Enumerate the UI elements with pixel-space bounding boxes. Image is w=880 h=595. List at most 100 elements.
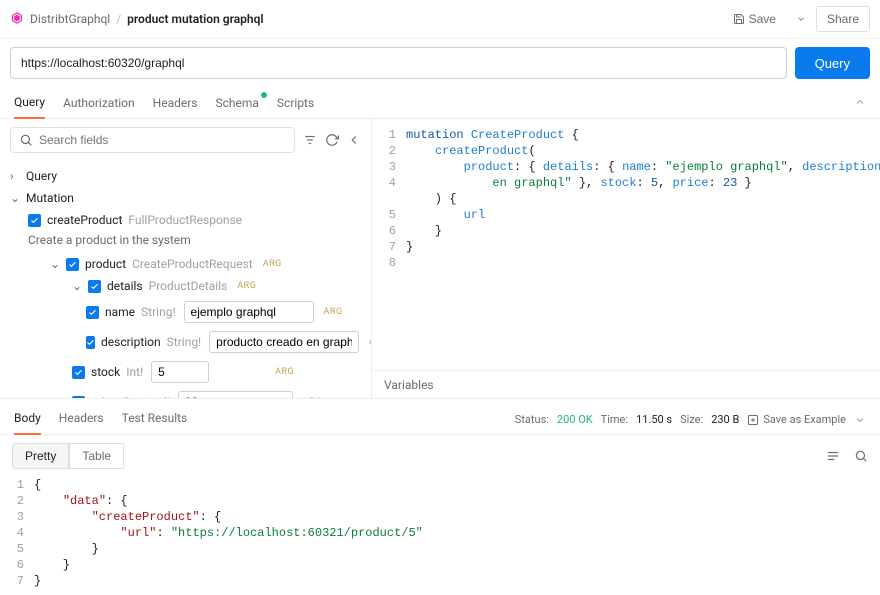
checkbox-checked[interactable] [86, 336, 95, 349]
view-toggle-row: Pretty Table [0, 435, 880, 477]
tree-type: CreateProductRequest [132, 257, 253, 271]
graphql-logo-icon [10, 11, 24, 28]
tree-query-root[interactable]: › Query [10, 165, 361, 187]
search-input[interactable] [39, 133, 286, 147]
arg-badge: ARG [303, 397, 322, 398]
save-dropdown[interactable] [792, 9, 810, 29]
search-row [0, 119, 371, 161]
checkbox-checked[interactable] [72, 396, 85, 399]
tree-field-price[interactable]: price Decimal! ARG [10, 387, 361, 398]
tab-scripts[interactable]: Scripts [277, 90, 314, 118]
wrap-lines-icon[interactable] [826, 449, 840, 463]
response-tabs: Body Headers Test Results [14, 405, 187, 434]
variables-bar[interactable]: Variables [372, 370, 880, 398]
rtab-body[interactable]: Body [14, 405, 41, 435]
response-code: { "data": { "createProduct": { "url": "h… [34, 477, 880, 589]
size-value: 230 B [711, 413, 739, 426]
refresh-icon[interactable] [325, 133, 339, 147]
chevron-down-icon: ⌄ [50, 257, 60, 271]
tree-field-name[interactable]: name String! ARG [10, 297, 361, 327]
stock-input[interactable] [151, 361, 209, 383]
breadcrumb: DistribtGraphql / product mutation graph… [10, 11, 723, 28]
description-input[interactable] [209, 331, 359, 353]
line-gutter: 12345678 [372, 127, 406, 370]
chevron-down-icon [796, 14, 806, 24]
arg-badge: ARG [263, 259, 282, 269]
run-query-button[interactable]: Query [795, 47, 870, 79]
collapse-tabs-button[interactable] [854, 96, 866, 111]
save-example-label: Save as Example [763, 413, 846, 426]
code-content[interactable]: mutation CreateProduct { createProduct( … [406, 127, 880, 370]
tree-type: FullProductResponse [128, 213, 242, 227]
tree-label: Query [26, 169, 57, 183]
breadcrumb-separator: / [116, 12, 121, 26]
chevron-down-icon[interactable] [854, 414, 866, 426]
search-response-icon[interactable] [854, 449, 868, 463]
tree-label: Mutation [26, 191, 74, 205]
tree-label: name [105, 305, 135, 319]
rtab-headers[interactable]: Headers [59, 405, 104, 434]
tree-label: createProduct [47, 213, 122, 227]
chevron-right-icon: › [10, 169, 20, 183]
breadcrumb-workspace[interactable]: DistribtGraphql [30, 12, 110, 26]
request-tabs: Query Authorization Headers Schema Scrip… [0, 89, 880, 119]
save-label: Save [749, 12, 776, 26]
schema-explorer: › Query ⌄ Mutation createProduct FullPro… [0, 119, 372, 398]
tree-createproduct-desc: Create a product in the system [10, 231, 361, 253]
share-label: Share [827, 12, 859, 26]
chevron-down-icon: ⌄ [10, 191, 20, 205]
tree-label: product [85, 257, 126, 271]
tree-label: stock [91, 365, 120, 379]
save-button[interactable]: Save [723, 7, 786, 31]
status-line: Status: 200 OK Time: 11.50 s Size: 230 B… [515, 413, 866, 426]
view-table-button[interactable]: Table [69, 443, 124, 469]
tree-label: description [101, 335, 161, 349]
status-value: 200 OK [557, 413, 593, 426]
rtab-test-results[interactable]: Test Results [122, 405, 188, 434]
response-action-icons [826, 449, 868, 463]
search-box[interactable] [10, 127, 295, 153]
filter-icon[interactable] [303, 133, 317, 147]
name-input[interactable] [184, 301, 314, 323]
tree-field-description[interactable]: description String! ARG [10, 327, 361, 357]
save-as-example-button[interactable]: Save as Example [747, 413, 846, 426]
tab-schema[interactable]: Schema [215, 90, 258, 118]
tree-createproduct[interactable]: createProduct FullProductResponse [10, 209, 361, 231]
response-tabs-row: Body Headers Test Results Status: 200 OK… [0, 399, 880, 435]
tree-label: details [107, 279, 143, 293]
breadcrumb-title[interactable]: product mutation graphql [127, 12, 263, 26]
checkbox-checked[interactable] [88, 280, 101, 293]
variables-label: Variables [384, 378, 434, 392]
tree-field-stock[interactable]: stock Int! ARG [10, 357, 361, 387]
checkbox-checked[interactable] [86, 306, 99, 319]
url-row: Query [0, 39, 880, 89]
tree-type: Int! [126, 365, 143, 379]
tree-details[interactable]: ⌄ details ProductDetails ARG [10, 275, 361, 297]
price-input[interactable] [178, 391, 293, 398]
collapse-left-icon[interactable] [347, 133, 361, 147]
chevron-down-icon: ⌄ [72, 279, 82, 293]
tab-query[interactable]: Query [14, 89, 45, 119]
endpoint-url-input[interactable] [10, 47, 787, 79]
search-icon [19, 133, 33, 147]
tree-label: price [91, 395, 117, 398]
arg-badge: ARG [369, 337, 371, 347]
arg-badge: ARG [324, 307, 343, 317]
header-actions: Save Share [723, 6, 870, 32]
tree-mutation-root[interactable]: ⌄ Mutation [10, 187, 361, 209]
status-label: Status: [515, 413, 549, 426]
checkbox-checked[interactable] [28, 214, 41, 227]
checkbox-checked[interactable] [72, 366, 85, 379]
response-body[interactable]: 1234567 { "data": { "createProduct": { "… [0, 477, 880, 589]
checkbox-checked[interactable] [66, 258, 79, 271]
share-button[interactable]: Share [816, 6, 870, 32]
tab-authorization[interactable]: Authorization [63, 90, 135, 118]
tree-product[interactable]: ⌄ product CreateProductRequest ARG [10, 253, 361, 275]
schema-dot-indicator [261, 92, 267, 98]
tab-headers[interactable]: Headers [153, 90, 198, 118]
view-pretty-button[interactable]: Pretty [12, 443, 69, 469]
arg-badge: ARG [237, 281, 256, 291]
query-editor-pane: 12345678 mutation CreateProduct { create… [372, 119, 880, 398]
query-editor[interactable]: 12345678 mutation CreateProduct { create… [372, 119, 880, 370]
field-tree: › Query ⌄ Mutation createProduct FullPro… [0, 161, 371, 398]
